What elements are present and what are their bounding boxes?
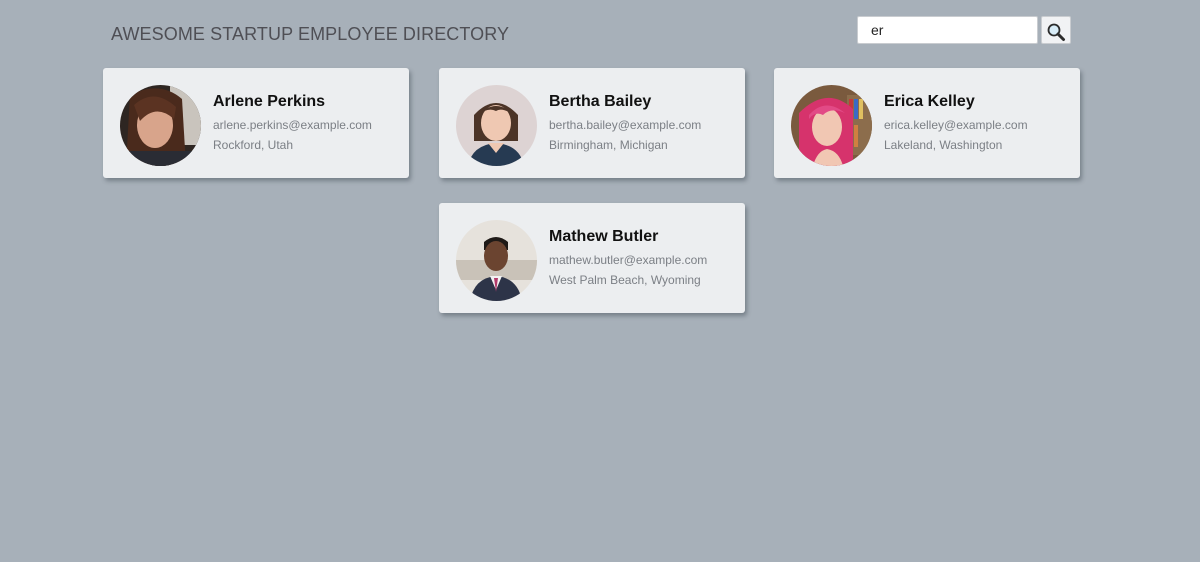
magnifier-icon (1047, 23, 1065, 41)
employee-location: Rockford, Utah (213, 138, 294, 152)
avatar (120, 85, 201, 166)
employee-location: Lakeland, Washington (884, 138, 1003, 152)
employee-name: Bertha Bailey (549, 93, 652, 110)
employee-card[interactable]: Erica Kelley erica.kelley@example.com La… (774, 68, 1080, 178)
employee-name: Arlene Perkins (213, 93, 326, 110)
header: AWESOME STARTUP EMPLOYEE DIRECTORY (0, 0, 1200, 68)
employee-location: Birmingham, Michigan (549, 138, 668, 152)
employee-email: bertha.bailey@example.com (549, 118, 702, 132)
employee-email: erica.kelley@example.com (884, 118, 1028, 132)
employee-location: West Palm Beach, Wyoming (549, 273, 701, 287)
avatar (456, 85, 537, 166)
avatar (791, 85, 872, 166)
employee-name: Mathew Butler (549, 228, 659, 245)
search-input[interactable] (857, 16, 1038, 44)
employee-card[interactable]: Bertha Bailey bertha.bailey@example.com … (439, 68, 745, 178)
employee-card[interactable]: Mathew Butler mathew.butler@example.com … (439, 203, 745, 313)
employee-email: arlene.perkins@example.com (213, 118, 372, 132)
page-title: AWESOME STARTUP EMPLOYEE DIRECTORY (111, 24, 510, 44)
employee-email: mathew.butler@example.com (549, 253, 708, 267)
employee-card[interactable]: Arlene Perkins arlene.perkins@example.co… (103, 68, 409, 178)
search-button[interactable] (1041, 16, 1071, 44)
employee-name: Erica Kelley (884, 93, 975, 110)
avatar (456, 220, 537, 301)
